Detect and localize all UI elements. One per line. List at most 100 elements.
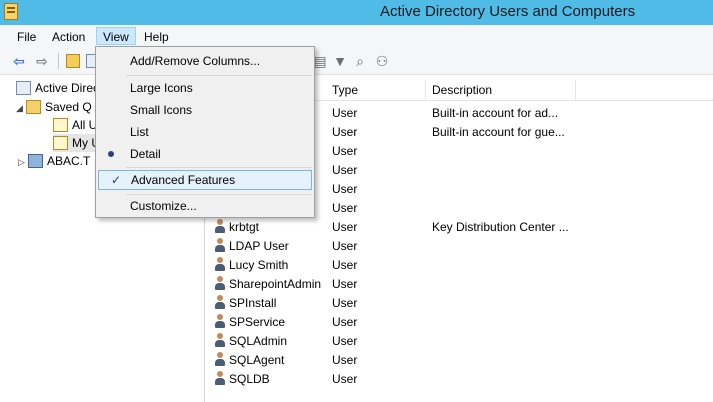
menu-item-label: Advanced Features bbox=[131, 173, 236, 187]
menu-item-customize[interactable]: Customize... bbox=[98, 196, 312, 216]
type-cell: User bbox=[332, 106, 358, 120]
menu-item-label: Customize... bbox=[130, 199, 197, 213]
tree-item-all-users[interactable]: All U bbox=[53, 116, 97, 134]
ad-root-icon bbox=[16, 80, 31, 95]
type-cell: User bbox=[332, 315, 358, 329]
type-cell: User bbox=[332, 353, 358, 367]
user-name: Lucy Smith bbox=[229, 258, 289, 272]
menu-item-label: Add/Remove Columns... bbox=[130, 54, 261, 68]
type-cell: User bbox=[332, 220, 358, 234]
list-row[interactable]: SQLAgent User bbox=[206, 351, 713, 370]
back-arrow-icon[interactable]: ⇦ bbox=[11, 53, 27, 69]
user-name-cell: SPInstall bbox=[214, 294, 328, 313]
user-name-cell: LDAP User bbox=[214, 237, 328, 256]
menu-bar: File Action View Help bbox=[0, 25, 713, 47]
type-cell: User bbox=[332, 163, 358, 177]
up-folder-icon[interactable] bbox=[66, 54, 80, 68]
user-name: krbtgt bbox=[229, 220, 260, 234]
collapse-icon[interactable]: ◢ bbox=[16, 99, 26, 117]
user-icon bbox=[214, 371, 226, 386]
type-cell: User bbox=[332, 258, 358, 272]
checkmark-icon: ✓ bbox=[110, 173, 122, 187]
menu-item-small-icons[interactable]: Small Icons bbox=[98, 100, 312, 120]
domain-icon bbox=[28, 153, 43, 168]
tree-item-domain[interactable]: ▷ ABAC.T bbox=[18, 152, 90, 170]
user-name-cell: SPService bbox=[214, 313, 328, 332]
list-row[interactable]: SQLDB User bbox=[206, 370, 713, 389]
user-name: SPService bbox=[229, 315, 286, 329]
type-cell: User bbox=[332, 334, 358, 348]
description-cell: Key Distribution Center ... bbox=[432, 220, 569, 234]
user-icon bbox=[214, 257, 226, 272]
type-cell: User bbox=[332, 144, 358, 158]
user-name: SQLDB bbox=[229, 372, 270, 386]
menu-separator bbox=[126, 194, 312, 195]
view-menu-dropdown: Add/Remove Columns... Large Icons Small … bbox=[95, 46, 315, 218]
menu-item-label: Small Icons bbox=[130, 103, 193, 117]
user-name-cell: SQLAdmin bbox=[214, 332, 328, 351]
user-icon bbox=[214, 276, 226, 291]
expand-icon[interactable]: ▷ bbox=[18, 153, 28, 171]
tree-item-label: Saved Q bbox=[45, 100, 92, 114]
list-row[interactable]: Lucy Smith User bbox=[206, 256, 713, 275]
tree-item-saved-queries[interactable]: ◢ Saved Q bbox=[16, 98, 92, 116]
menu-separator bbox=[126, 167, 312, 168]
menu-help[interactable]: Help bbox=[138, 28, 175, 46]
user-name-cell: SharepointAdmin bbox=[214, 275, 328, 294]
description-cell: Built-in account for gue... bbox=[432, 125, 565, 139]
menu-item-label: Large Icons bbox=[130, 81, 193, 95]
tree-item-my-users[interactable]: My U bbox=[53, 134, 100, 152]
user-icon bbox=[214, 314, 226, 329]
list-row[interactable]: SPService User bbox=[206, 313, 713, 332]
menu-item-advanced-features[interactable]: ✓ Advanced Features bbox=[98, 170, 312, 190]
user-icon bbox=[214, 219, 226, 234]
list-row[interactable]: krbtgt User Key Distribution Center ... bbox=[206, 218, 713, 237]
filter-icon[interactable]: ▼ bbox=[332, 53, 348, 69]
menu-item-detail[interactable]: Detail bbox=[98, 144, 312, 164]
description-cell: Built-in account for ad... bbox=[432, 106, 559, 120]
menu-separator bbox=[126, 75, 312, 76]
menu-item-list[interactable]: List bbox=[98, 122, 312, 142]
find-icon[interactable]: ⌕ bbox=[352, 53, 368, 69]
title-bar: Active Directory Users and Computers bbox=[0, 0, 713, 25]
forward-arrow-icon[interactable]: ⇨ bbox=[34, 53, 50, 69]
query-icon bbox=[53, 135, 68, 150]
menu-view[interactable]: View bbox=[96, 27, 136, 45]
tree-item-label: ABAC.T bbox=[47, 154, 91, 168]
column-header-description[interactable]: Description bbox=[426, 80, 576, 100]
window-title: Active Directory Users and Computers bbox=[380, 3, 636, 20]
add-to-group-icon[interactable]: ⚇ bbox=[374, 53, 390, 69]
radio-bullet-icon bbox=[108, 151, 114, 157]
list-row[interactable]: SPInstall User bbox=[206, 294, 713, 313]
list-row[interactable]: LDAP User User bbox=[206, 237, 713, 256]
app-icon[interactable] bbox=[4, 3, 18, 20]
type-cell: User bbox=[332, 125, 358, 139]
user-name: SQLAdmin bbox=[229, 334, 288, 348]
user-name: SQLAgent bbox=[229, 353, 285, 367]
user-name-cell: SQLDB bbox=[214, 370, 328, 389]
type-cell: User bbox=[332, 296, 358, 310]
user-icon bbox=[214, 333, 226, 348]
folder-icon bbox=[26, 99, 41, 114]
user-name-cell: Lucy Smith bbox=[214, 256, 328, 275]
user-name-cell: SQLAgent bbox=[214, 351, 328, 370]
menu-item-large-icons[interactable]: Large Icons bbox=[98, 78, 312, 98]
user-name: LDAP User bbox=[229, 239, 289, 253]
toolbar-separator bbox=[58, 53, 59, 69]
menu-file[interactable]: File bbox=[11, 28, 42, 46]
list-row[interactable]: SQLAdmin User bbox=[206, 332, 713, 351]
user-icon bbox=[214, 238, 226, 253]
menu-action[interactable]: Action bbox=[46, 28, 91, 46]
tree-item-label: All U bbox=[72, 118, 98, 132]
user-icon bbox=[214, 295, 226, 310]
menu-item-label: Detail bbox=[130, 147, 161, 161]
type-cell: User bbox=[332, 239, 358, 253]
type-cell: User bbox=[332, 182, 358, 196]
column-header-type[interactable]: Type bbox=[326, 80, 426, 100]
query-icon bbox=[53, 117, 68, 132]
type-cell: User bbox=[332, 277, 358, 291]
user-name-cell: krbtgt bbox=[214, 218, 328, 237]
menu-item-add-remove-columns[interactable]: Add/Remove Columns... bbox=[98, 51, 312, 71]
list-row[interactable]: SharepointAdmin User bbox=[206, 275, 713, 294]
type-cell: User bbox=[332, 201, 358, 215]
